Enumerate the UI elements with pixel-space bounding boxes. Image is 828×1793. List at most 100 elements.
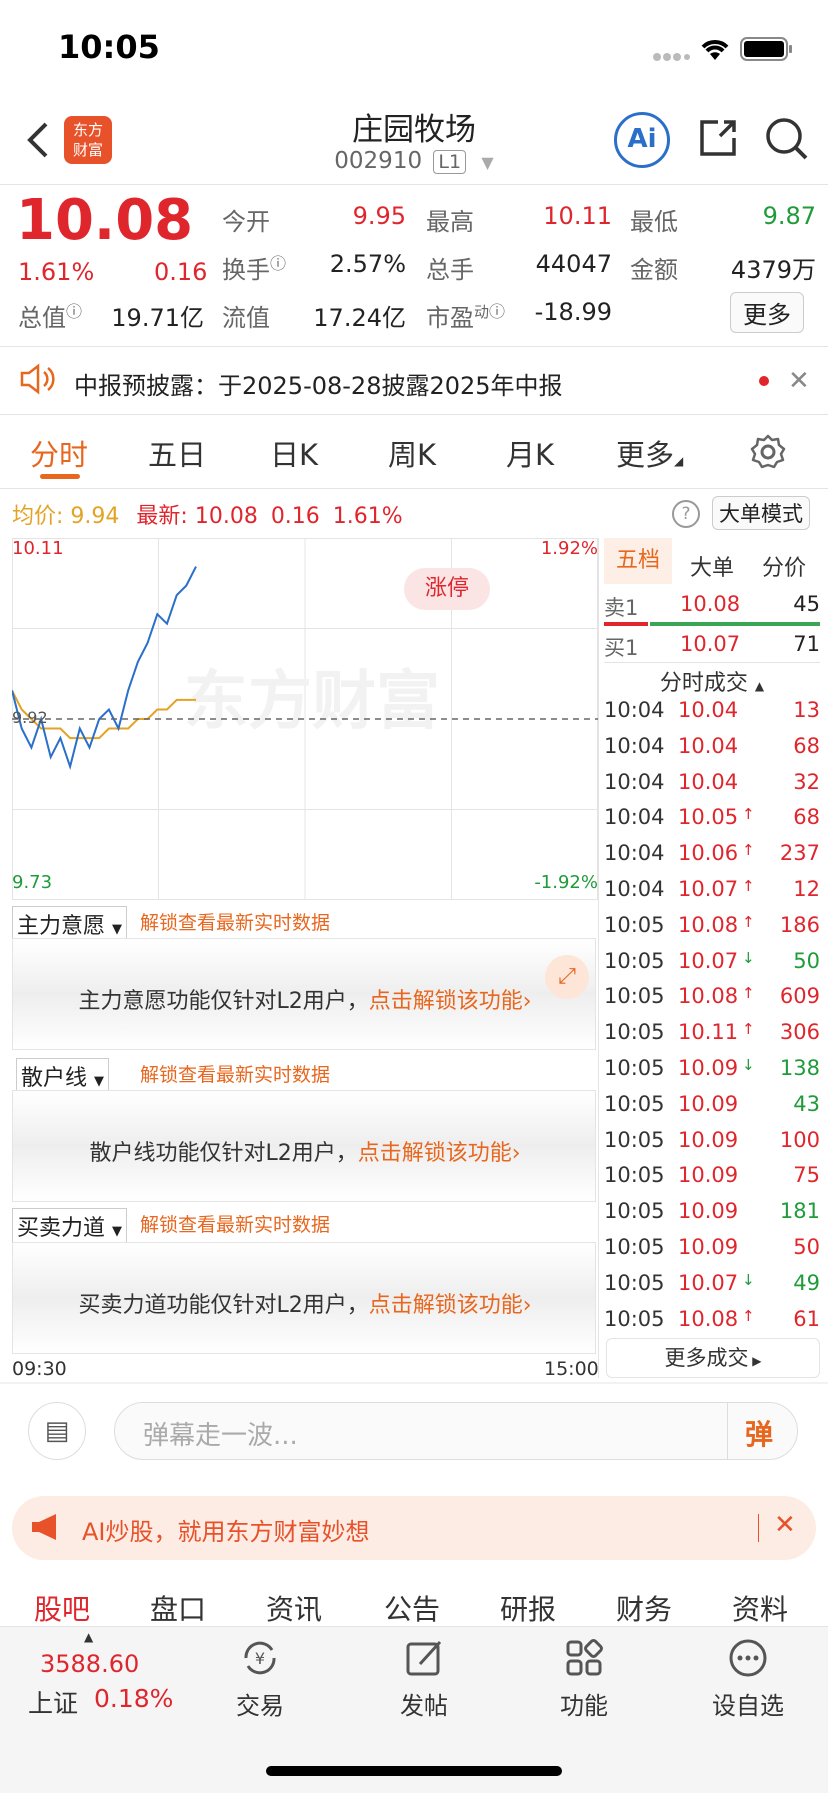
danmu-placeholder: 弹幕走一波... xyxy=(143,1421,298,1451)
ai-button[interactable]: Ai xyxy=(614,112,670,168)
unlock-hint[interactable]: 解锁查看最新实时数据 xyxy=(140,908,330,935)
tab-monthly-k[interactable]: 月K xyxy=(506,432,554,474)
danmu-toggle-icon[interactable]: ▤ xyxy=(28,1402,86,1460)
trade-time: 10:05 xyxy=(604,1091,665,1116)
more-trades-label: 更多成交 xyxy=(664,1346,749,1370)
more-stats-button[interactable]: 更多 xyxy=(730,292,804,333)
tab-five-day[interactable]: 五日 xyxy=(148,432,206,474)
ad-banner[interactable]: AI炒股，就用东方财富妙想 ✕ xyxy=(12,1496,816,1560)
total-cap-label: 总值 xyxy=(18,304,66,332)
big-order-mode-button[interactable]: 大单模式 xyxy=(712,496,810,530)
tab-intraday[interactable]: 分时 xyxy=(30,432,88,474)
side-tab-big-order[interactable]: 大单 xyxy=(690,550,734,582)
trade-time: 10:05 xyxy=(604,912,665,937)
nav-label: 功能 xyxy=(560,1692,608,1720)
unlock-link[interactable]: 点击解锁该功能 xyxy=(358,1141,512,1166)
indicator-select-buy-sell-force[interactable]: 买卖力道 ▼ xyxy=(12,1208,128,1244)
tab-announcements[interactable]: 公告 xyxy=(384,1588,440,1628)
trade-time: 10:05 xyxy=(604,984,665,1009)
notice-dot xyxy=(759,376,769,386)
order-price: 10.07 xyxy=(680,632,741,656)
grid-icon xyxy=(566,1639,603,1676)
trade-price: 10.07 xyxy=(678,1270,739,1295)
close-icon[interactable]: ✕ xyxy=(788,366,810,396)
tab-news[interactable]: 资讯 xyxy=(266,1588,322,1628)
signal-icon xyxy=(652,48,690,67)
side-tab-five-level[interactable]: 五档 xyxy=(604,538,672,584)
tab-pankou[interactable]: 盘口 xyxy=(150,1588,206,1628)
megaphone-icon xyxy=(30,1510,64,1548)
order-price: 10.08 xyxy=(680,592,741,616)
indicator-select-retail[interactable]: 散户线 ▼ xyxy=(16,1058,110,1094)
nav-post[interactable]: 发帖 xyxy=(384,1636,464,1721)
tab-weekly-k[interactable]: 周K xyxy=(388,432,436,474)
tab-more-caret-icon: ◢ xyxy=(674,454,684,468)
nav-add-watchlist[interactable]: 设自选 xyxy=(700,1636,796,1721)
y-axis-top-label: 10.11 xyxy=(12,538,64,559)
trade-volume: 12 xyxy=(793,877,820,901)
danmu-input[interactable]: 弹幕走一波... 弹 xyxy=(114,1402,798,1460)
share-icon[interactable] xyxy=(696,116,740,164)
trade-time: 10:05 xyxy=(604,1056,665,1080)
caret-up-icon: ▲ xyxy=(84,1630,94,1644)
turnover-label: 换手 xyxy=(222,256,270,284)
trade-price: 10.06 xyxy=(678,841,739,866)
trade-price: 10.09 xyxy=(678,1056,739,1080)
locked-message-text: 主力意愿功能仅针对L2用户， xyxy=(78,989,369,1014)
locked-message: 买卖力道功能仅针对L2用户，点击解锁该功能› xyxy=(13,1287,597,1319)
tab-guba[interactable]: 股吧 xyxy=(34,1588,90,1628)
unlock-hint[interactable]: 解锁查看最新实时数据 xyxy=(140,1210,330,1237)
chart-bottom-divider xyxy=(0,1382,828,1384)
level-badge: L1 xyxy=(433,150,467,174)
search-icon[interactable] xyxy=(764,116,810,166)
latest-pct: 1.61% xyxy=(332,504,403,529)
tab-more[interactable]: 更多◢ xyxy=(616,432,683,474)
index-value[interactable]: 3588.60 xyxy=(40,1650,139,1678)
order-ratio-sell xyxy=(604,622,648,626)
unlock-link[interactable]: 点击解锁该功能 xyxy=(369,1293,523,1318)
more-trades-button[interactable]: 更多成交 ▶ xyxy=(606,1338,820,1378)
status-time: 10:05 xyxy=(58,28,160,66)
trades-header[interactable]: 分时成交 ▲ xyxy=(604,662,820,697)
more-dots-icon xyxy=(729,1639,767,1677)
trade-volume: 181 xyxy=(779,1199,820,1224)
help-icon[interactable]: ? xyxy=(672,500,700,528)
ai-label: Ai xyxy=(627,124,657,154)
ad-close-icon[interactable]: ✕ xyxy=(774,1510,796,1540)
trade-arrow-icon: ↓ xyxy=(742,1270,755,1289)
intraday-chart[interactable]: 东方财富 10.11 1.92% 9.73 -1.92% 9.92 涨停 xyxy=(11,538,598,900)
unlock-link[interactable]: 点击解锁该功能 xyxy=(369,989,523,1014)
trade-volume: 50 xyxy=(793,1235,820,1259)
info-icon[interactable]: ⓘ xyxy=(66,302,82,321)
tab-research[interactable]: 研报 xyxy=(500,1588,556,1628)
trade-volume: 306 xyxy=(779,1020,820,1045)
danmu-send-button[interactable]: 弹 xyxy=(745,1413,773,1453)
danmu-divider xyxy=(727,1403,728,1459)
side-tab-price-split[interactable]: 分价 xyxy=(762,550,806,582)
nav-trade[interactable]: ¥ 交易 xyxy=(220,1636,300,1721)
unlock-hint[interactable]: 解锁查看最新实时数据 xyxy=(140,1060,330,1087)
quote-divider xyxy=(0,346,828,347)
trade-arrow-icon: ↓ xyxy=(742,1056,755,1074)
expand-icon[interactable]: ⤢ xyxy=(545,955,589,999)
locked-panel-main-force: 主力意愿功能仅针对L2用户，点击解锁该功能› ⤢ xyxy=(12,938,596,1050)
notice-text[interactable]: 中报预披露：于2025-08-28披露2025年中报 xyxy=(74,366,563,401)
info-icon[interactable]: ⓘ xyxy=(270,254,286,273)
nav-functions[interactable]: 功能 xyxy=(544,1636,624,1721)
tab-daily-k[interactable]: 日K xyxy=(270,432,318,474)
locked-message: 散户线功能仅针对L2用户，点击解锁该功能› xyxy=(13,1135,597,1167)
order-label: 卖1 xyxy=(604,596,639,620)
trade-row: 10:05 10.08 ↑ 186 xyxy=(604,913,820,949)
x-axis-start-label: 09:30 xyxy=(12,1358,67,1380)
tab-finance[interactable]: 财务 xyxy=(616,1588,672,1628)
settings-icon[interactable] xyxy=(748,432,788,476)
info-icon[interactable]: ⓘ xyxy=(489,302,505,321)
order-ratio-bar xyxy=(604,622,820,626)
trade-price: 10.07 xyxy=(678,877,739,901)
indicator-select-main-force[interactable]: 主力意愿 ▼ xyxy=(12,906,128,942)
trade-row: 10:04 10.04 68 xyxy=(604,734,820,770)
stat-label: 今开 xyxy=(222,208,270,236)
trade-volume: 49 xyxy=(793,1270,820,1295)
tab-profile[interactable]: 资料 xyxy=(732,1588,788,1628)
trade-arrow-icon: ↑ xyxy=(742,877,755,895)
